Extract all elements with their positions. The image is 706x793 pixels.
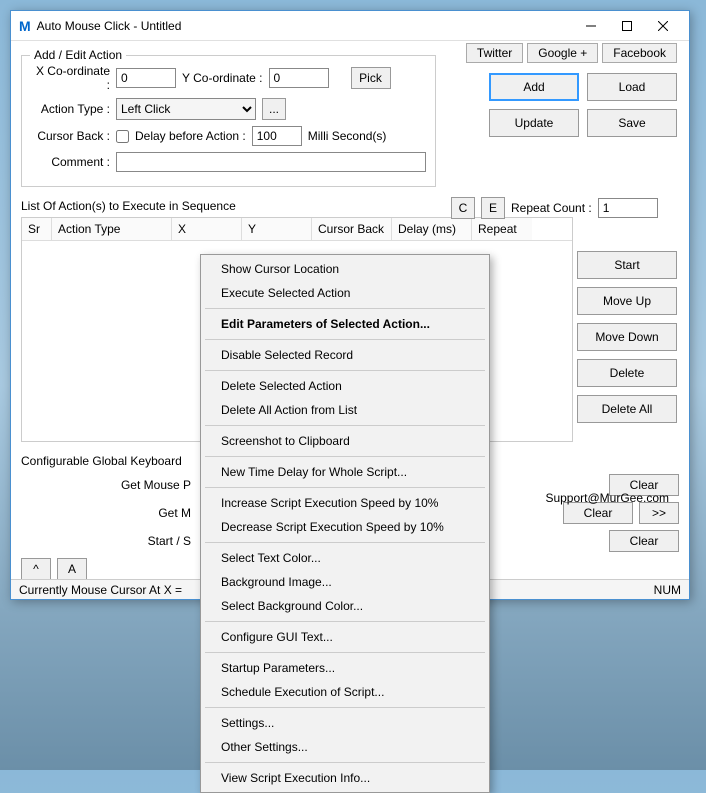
delay-unit: Milli Second(s) <box>308 129 387 143</box>
action-type-label: Action Type : <box>30 102 110 116</box>
delete-button[interactable]: Delete <box>577 359 677 387</box>
load-button[interactable]: Load <box>587 73 677 101</box>
menu-sep <box>205 339 485 340</box>
repeat-label: Repeat Count : <box>511 201 592 215</box>
support-link[interactable]: Support@MurGee.com <box>545 491 669 505</box>
maximize-button[interactable] <box>609 12 645 40</box>
menu-other-settings[interactable]: Other Settings... <box>201 735 489 759</box>
cfg-row2-label: Get M <box>21 506 191 520</box>
menu-gui-text[interactable]: Configure GUI Text... <box>201 625 489 649</box>
col-cb[interactable]: Cursor Back <box>312 218 392 240</box>
minimize-button[interactable] <box>573 12 609 40</box>
col-sr[interactable]: Sr <box>22 218 52 240</box>
menu-sep <box>205 621 485 622</box>
a-button[interactable]: A <box>57 558 87 580</box>
menu-sep <box>205 425 485 426</box>
moveup-button[interactable]: Move Up <box>577 287 677 315</box>
context-menu: Show Cursor Location Execute Selected Ac… <box>200 254 490 793</box>
caret-button[interactable]: ^ <box>21 558 51 580</box>
menu-delete-all[interactable]: Delete All Action from List <box>201 398 489 422</box>
delay-label: Delay before Action : <box>135 129 246 143</box>
pick-button[interactable]: Pick <box>351 67 391 89</box>
menu-sep <box>205 707 485 708</box>
menu-disable-record[interactable]: Disable Selected Record <box>201 343 489 367</box>
y-input[interactable] <box>269 68 329 88</box>
facebook-link[interactable]: Facebook <box>602 43 677 63</box>
x-label: X Co-ordinate : <box>30 64 110 92</box>
titlebar: M Auto Mouse Click - Untitled <box>11 11 689 41</box>
repeat-input[interactable] <box>598 198 658 218</box>
menu-sep <box>205 487 485 488</box>
e-button[interactable]: E <box>481 197 505 219</box>
action-type-select[interactable]: Left Click <box>116 98 256 120</box>
menu-sep <box>205 456 485 457</box>
deleteall-button[interactable]: Delete All <box>577 395 677 423</box>
cursor-back-checkbox[interactable] <box>116 130 129 143</box>
app-icon: M <box>19 18 31 34</box>
menu-bg-color[interactable]: Select Background Color... <box>201 594 489 618</box>
menu-dec-speed[interactable]: Decrease Script Execution Speed by 10% <box>201 515 489 539</box>
menu-sep <box>205 542 485 543</box>
delay-input[interactable] <box>252 126 302 146</box>
col-y[interactable]: Y <box>242 218 312 240</box>
menu-delete-selected[interactable]: Delete Selected Action <box>201 374 489 398</box>
cfg-row3-label: Start / S <box>21 534 191 548</box>
start-button[interactable]: Start <box>577 251 677 279</box>
movedown-button[interactable]: Move Down <box>577 323 677 351</box>
col-delay[interactable]: Delay (ms) <box>392 218 472 240</box>
menu-startup[interactable]: Startup Parameters... <box>201 656 489 680</box>
menu-bg-image[interactable]: Background Image... <box>201 570 489 594</box>
save-button[interactable]: Save <box>587 109 677 137</box>
menu-sep <box>205 370 485 371</box>
action-type-more-button[interactable]: ... <box>262 98 286 120</box>
menu-text-color[interactable]: Select Text Color... <box>201 546 489 570</box>
menu-edit-params[interactable]: Edit Parameters of Selected Action... <box>201 312 489 336</box>
menu-sep <box>205 308 485 309</box>
google-link[interactable]: Google + <box>527 43 598 63</box>
status-text: Currently Mouse Cursor At X = <box>19 583 182 597</box>
update-button[interactable]: Update <box>489 109 579 137</box>
menu-inc-speed[interactable]: Increase Script Execution Speed by 10% <box>201 491 489 515</box>
window-title: Auto Mouse Click - Untitled <box>37 19 573 33</box>
menu-schedule[interactable]: Schedule Execution of Script... <box>201 680 489 704</box>
add-edit-legend: Add / Edit Action <box>30 48 126 62</box>
close-button[interactable] <box>645 12 681 40</box>
menu-new-delay[interactable]: New Time Delay for Whole Script... <box>201 460 489 484</box>
y-label: Y Co-ordinate : <box>182 71 263 85</box>
comment-label: Comment : <box>30 155 110 169</box>
col-x[interactable]: X <box>172 218 242 240</box>
col-repeat[interactable]: Repeat <box>472 218 532 240</box>
add-button[interactable]: Add <box>489 73 579 101</box>
menu-show-cursor[interactable]: Show Cursor Location <box>201 257 489 281</box>
clear2-button[interactable]: Clear <box>563 502 633 524</box>
menu-settings[interactable]: Settings... <box>201 711 489 735</box>
status-num: NUM <box>654 583 681 597</box>
comment-input[interactable] <box>116 152 426 172</box>
menu-execute-selected[interactable]: Execute Selected Action <box>201 281 489 305</box>
cfg-row1-label: Get Mouse P <box>21 478 191 492</box>
cursor-back-label: Cursor Back : <box>30 129 110 143</box>
menu-sep <box>205 652 485 653</box>
col-action[interactable]: Action Type <box>52 218 172 240</box>
twitter-link[interactable]: Twitter <box>466 43 523 63</box>
more-button[interactable]: >> <box>639 502 679 524</box>
clear3-button[interactable]: Clear <box>609 530 679 552</box>
c-button[interactable]: C <box>451 197 475 219</box>
x-input[interactable] <box>116 68 176 88</box>
menu-sep <box>205 762 485 763</box>
menu-screenshot[interactable]: Screenshot to Clipboard <box>201 429 489 453</box>
